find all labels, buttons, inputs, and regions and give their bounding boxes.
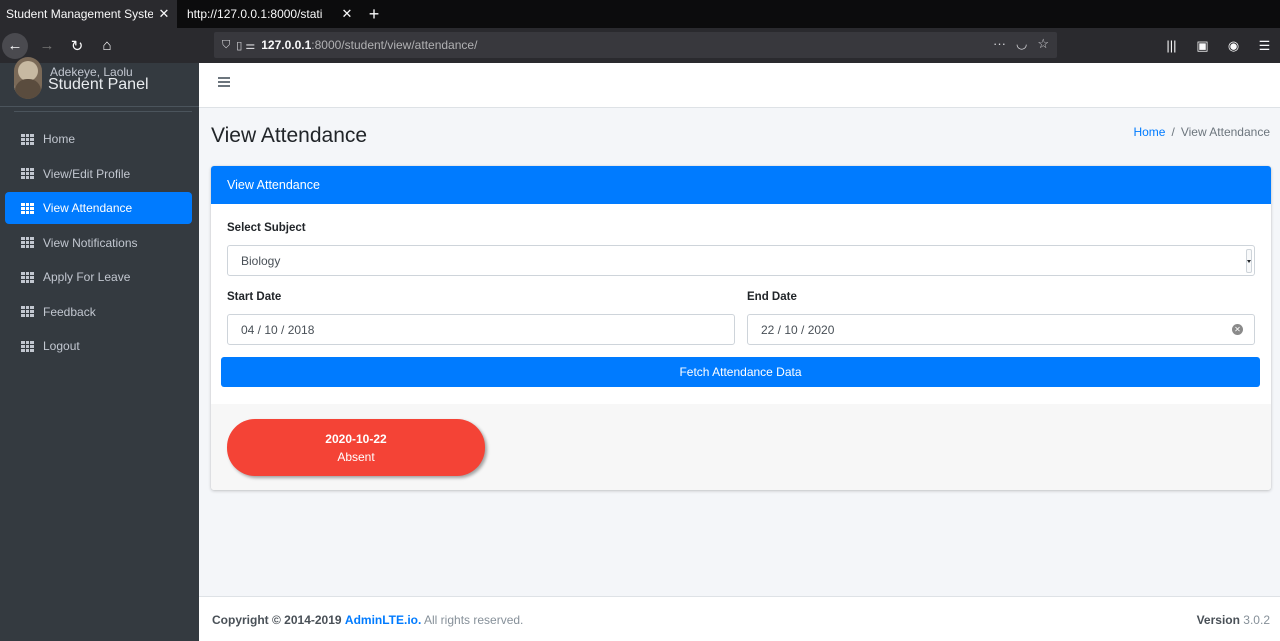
- attendance-record: 2020-10-22 Absent: [227, 419, 485, 476]
- end-date-label: End Date: [747, 291, 797, 303]
- account-icon[interactable]: ◉: [1218, 38, 1249, 54]
- url-text: 127.0.0.1:8000/student/view/attendance/: [261, 38, 478, 52]
- back-arrow-icon[interactable]: ←: [2, 32, 28, 59]
- sidebar-item-apply-for-leave[interactable]: Apply For Leave: [5, 261, 192, 293]
- browser-toolbar: ← → ↻ ⌂ ⛉ ▯ ⚌ 127.0.0.1:8000/student/vie…: [0, 28, 1280, 63]
- th-grid-icon: [21, 340, 34, 352]
- page-icon[interactable]: ▯ ⚌: [236, 39, 255, 52]
- th-grid-icon: [21, 168, 34, 179]
- subject-selected-value: Biology: [241, 253, 281, 268]
- end-date-input[interactable]: 22 / 10 / 2020 ✕: [747, 314, 1255, 345]
- library-icon[interactable]: |||: [1156, 38, 1187, 53]
- attendance-card: View Attendance Select Subject Biology S…: [211, 166, 1271, 490]
- record-date: 2020-10-22: [325, 431, 387, 446]
- subject-select[interactable]: Biology: [227, 245, 1255, 276]
- th-grid-icon: [21, 237, 34, 248]
- record-status: Absent: [337, 449, 375, 464]
- divider: [14, 111, 192, 112]
- sidebar-item-feedback[interactable]: Feedback: [5, 296, 192, 328]
- page-footer: Copyright © 2014-2019 AdminLTE.io. All r…: [199, 596, 1280, 641]
- breadcrumb: Home / View Attendance: [1133, 125, 1270, 139]
- attendance-results: 2020-10-22 Absent: [211, 404, 1271, 490]
- end-date-value: 22 / 10 / 2020: [761, 322, 835, 337]
- address-bar[interactable]: ⛉ ▯ ⚌ 127.0.0.1:8000/student/view/attend…: [214, 32, 1057, 58]
- start-date-value: 04 / 10 / 2018: [241, 322, 315, 337]
- user-name[interactable]: Adekeye, Laolu: [50, 65, 133, 79]
- home-icon[interactable]: ⌂: [92, 37, 122, 54]
- tab-title: http://127.0.0.1:8000/stati: [187, 7, 323, 21]
- footer-version: Version 3.0.2: [1196, 613, 1270, 627]
- sidebar-item-view-notifications[interactable]: View Notifications: [5, 227, 192, 259]
- more-actions-icon[interactable]: ···: [993, 36, 1006, 52]
- start-date-label: Start Date: [227, 291, 282, 303]
- sidebar-item-logout[interactable]: Logout: [5, 330, 192, 362]
- sidebar-item-label: View Attendance: [43, 201, 133, 215]
- th-grid-icon: [21, 271, 34, 283]
- page-title: View Attendance: [211, 124, 368, 147]
- fetch-attendance-button[interactable]: Fetch Attendance Data: [221, 357, 1260, 387]
- sidebar-item-label: Home: [43, 132, 76, 146]
- adminlte-link[interactable]: AdminLTE.io.: [345, 613, 421, 627]
- footer-copyright: Copyright © 2014-2019 AdminLTE.io. All r…: [212, 613, 524, 627]
- browser-tab-active[interactable]: Student Management Syste ✕: [0, 0, 177, 28]
- close-tab-icon[interactable]: ✕: [340, 6, 354, 22]
- th-grid-icon: [21, 306, 34, 317]
- close-tab-icon[interactable]: ✕: [157, 6, 171, 22]
- top-navbar: [199, 63, 1280, 108]
- sidebar-item-label: Apply For Leave: [43, 270, 131, 284]
- hamburger-menu-icon[interactable]: [218, 77, 230, 87]
- sidebar-item-view-attendance[interactable]: View Attendance: [5, 192, 192, 224]
- pocket-icon[interactable]: ◡: [1016, 36, 1027, 52]
- sidebar-toggle-icon[interactable]: ▣: [1187, 38, 1218, 54]
- sidebar-item-label: View Notifications: [43, 235, 138, 250]
- browser-tab[interactable]: http://127.0.0.1:8000/stati ✕: [177, 0, 360, 28]
- th-grid-icon: [21, 202, 34, 214]
- sidebar-item-home[interactable]: Home: [5, 123, 192, 155]
- browser-tab-bar: Student Management Syste ✕ http://127.0.…: [0, 0, 1280, 28]
- breadcrumb-separator: /: [1171, 125, 1175, 139]
- avatar: [14, 57, 42, 99]
- dropdown-arrow-icon[interactable]: [1246, 249, 1252, 273]
- tab-title: Student Management Syste: [6, 7, 153, 21]
- start-date-input[interactable]: 04 / 10 / 2018: [227, 314, 735, 345]
- subject-label: Select Subject: [227, 222, 306, 234]
- reload-icon[interactable]: ↻: [62, 37, 92, 55]
- menu-icon[interactable]: ☰: [1249, 38, 1280, 54]
- breadcrumb-current: View Attendance: [1180, 125, 1270, 139]
- sidebar-menu: Home View/Edit Profile View Attendance V…: [5, 123, 192, 365]
- bookmark-star-icon[interactable]: ☆: [1037, 36, 1049, 52]
- breadcrumb-home-link[interactable]: Home: [1133, 125, 1165, 139]
- sidebar-item-label: View/Edit Profile: [43, 166, 131, 181]
- shield-icon[interactable]: ⛉: [222, 39, 230, 52]
- user-panel[interactable]: Adekeye, Laolu: [14, 57, 192, 111]
- sidebar-item-view-edit-profile[interactable]: View/Edit Profile: [5, 158, 192, 190]
- clear-date-icon[interactable]: ✕: [1232, 324, 1243, 335]
- forward-arrow-icon[interactable]: →: [32, 37, 62, 54]
- sidebar-item-label: Feedback: [43, 304, 96, 319]
- new-tab-button[interactable]: +: [360, 0, 388, 28]
- th-grid-icon: [21, 133, 34, 145]
- card-header: View Attendance: [211, 166, 1271, 204]
- sidebar-item-label: Logout: [43, 339, 80, 353]
